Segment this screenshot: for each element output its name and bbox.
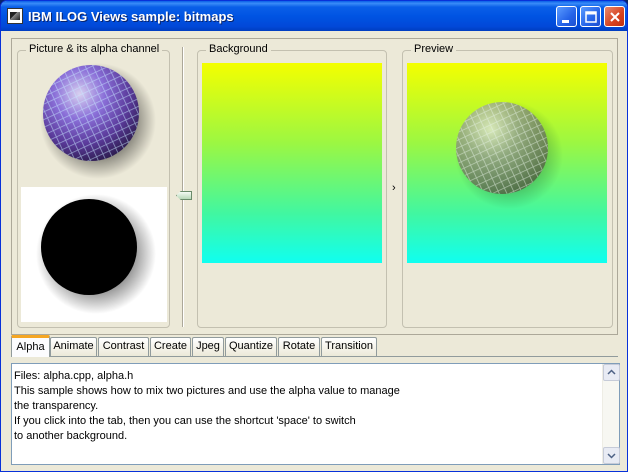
splitter[interactable] bbox=[182, 47, 184, 327]
picture-image bbox=[40, 63, 156, 179]
tab-create[interactable]: Create bbox=[150, 337, 191, 356]
chevron-down-icon bbox=[607, 453, 616, 459]
maximize-button[interactable] bbox=[580, 6, 601, 27]
background-image[interactable] bbox=[202, 63, 382, 263]
alpha-channel-box bbox=[21, 187, 167, 322]
tab-jpeg[interactable]: Jpeg bbox=[192, 337, 224, 356]
tab-transition[interactable]: Transition bbox=[321, 337, 377, 356]
tab-alpha[interactable]: Alpha bbox=[11, 335, 50, 357]
description-textarea[interactable]: Files: alpha.cpp, alpha.h This sample sh… bbox=[11, 363, 620, 465]
description-line: Files: alpha.cpp, alpha.h bbox=[14, 370, 134, 382]
tab-quantize[interactable]: Quantize bbox=[225, 337, 277, 356]
window-title: IBM ILOG Views sample: bitmaps bbox=[28, 9, 234, 24]
close-button[interactable] bbox=[604, 6, 625, 27]
vertical-scrollbar[interactable] bbox=[602, 364, 620, 464]
title-bar[interactable]: IBM ILOG Views sample: bitmaps bbox=[1, 1, 627, 31]
preview-panel-title: Preview bbox=[411, 43, 457, 55]
description-text: Files: alpha.cpp, alpha.h This sample sh… bbox=[14, 369, 602, 444]
tab-rotate[interactable]: Rotate bbox=[278, 337, 320, 356]
minimize-button[interactable] bbox=[556, 6, 577, 27]
close-icon bbox=[610, 12, 620, 22]
minimize-icon bbox=[562, 20, 569, 23]
chevron-up-icon bbox=[607, 369, 616, 375]
preview-image bbox=[407, 63, 607, 263]
source-panel-title: Picture & its alpha channel bbox=[26, 43, 163, 55]
tab-contrast[interactable]: Contrast bbox=[98, 337, 149, 356]
alpha-channel-image bbox=[36, 194, 156, 314]
preview-composite bbox=[455, 101, 563, 209]
background-panel-title: Background bbox=[206, 43, 271, 55]
app-window: IBM ILOG Views sample: bitmaps Picture &… bbox=[0, 0, 628, 472]
scroll-up-button[interactable] bbox=[603, 364, 620, 381]
description-line: to another background. bbox=[14, 430, 128, 442]
maximize-icon bbox=[585, 11, 597, 23]
description-line: the transparency. bbox=[14, 400, 99, 412]
tab-animate[interactable]: Animate bbox=[50, 337, 97, 356]
arrow-indicator: › bbox=[392, 182, 396, 194]
description-line: This sample shows how to mix two picture… bbox=[14, 385, 400, 397]
app-icon[interactable] bbox=[7, 8, 23, 24]
scroll-down-button[interactable] bbox=[603, 447, 620, 464]
description-line: If you click into the tab, then you can … bbox=[14, 415, 356, 427]
tab-strip-line bbox=[11, 356, 618, 357]
